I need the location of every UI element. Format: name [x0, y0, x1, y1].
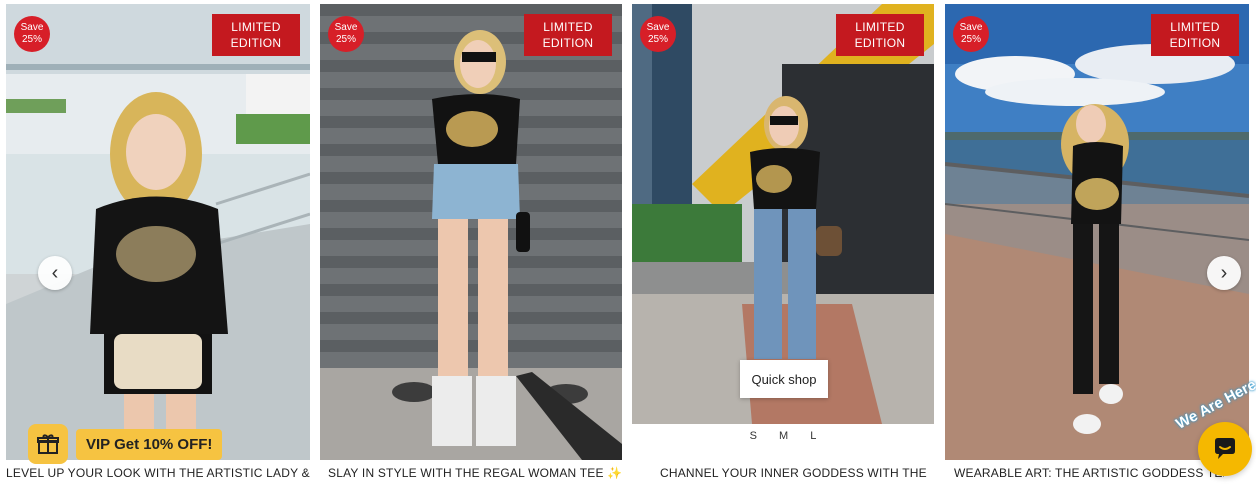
product-title-4[interactable]: WEARABLE ART: THE ARTISTIC GODDESS TEE ✨	[954, 466, 1224, 480]
product-image-2[interactable]	[320, 4, 622, 460]
save-badge-percent: 25%	[960, 34, 981, 45]
save-badge-word: Save	[20, 22, 44, 33]
size-option-l[interactable]: L	[810, 430, 816, 452]
carousel-next-button[interactable]: ›	[1207, 256, 1241, 290]
product-card-2[interactable]: Save 25% LIMITED EDITION	[320, 4, 622, 460]
limited-edition-badge: LIMITED EDITION	[212, 14, 300, 56]
product-title-1[interactable]: LEVEL UP YOUR LOOK WITH THE ARTISTIC LAD…	[6, 466, 310, 480]
product-card-1[interactable]: Save 25% LIMITED EDITION ‹	[6, 4, 310, 460]
save-badge-percent: 25%	[335, 34, 356, 45]
product-image-1[interactable]	[6, 4, 310, 460]
save-badge: Save 25%	[640, 16, 676, 52]
vip-offer-button[interactable]: VIP Get 10% OFF!	[76, 428, 223, 460]
save-badge-percent: 25%	[647, 34, 668, 45]
vip-offer-widget[interactable]: VIP Get 10% OFF!	[28, 424, 223, 464]
save-badge-percent: 25%	[21, 34, 42, 45]
edition-line: EDITION	[1169, 36, 1221, 50]
save-badge-word: Save	[334, 22, 358, 33]
size-option-s[interactable]: S	[750, 430, 757, 452]
save-badge: Save 25%	[14, 16, 50, 52]
product-card-3[interactable]: Save 25% LIMITED EDITION Quick shop	[632, 4, 934, 424]
carousel-prev-button[interactable]: ‹	[38, 256, 72, 290]
limited-line: LIMITED	[1170, 20, 1220, 34]
edition-line: EDITION	[542, 36, 594, 50]
product-title-3[interactable]: CHANNEL YOUR INNER GODDESS WITH THE	[660, 466, 932, 480]
edition-line: EDITION	[230, 36, 282, 50]
save-badge-word: Save	[959, 22, 983, 33]
limited-line: LIMITED	[855, 20, 905, 34]
chevron-left-icon: ‹	[51, 261, 59, 284]
gift-icon[interactable]	[28, 424, 68, 464]
size-options: S M L	[632, 430, 934, 452]
limited-edition-badge: LIMITED EDITION	[1151, 14, 1239, 56]
save-badge: Save 25%	[953, 16, 989, 52]
chat-bubble-icon	[1215, 438, 1235, 459]
chat-button[interactable]	[1198, 422, 1252, 476]
edition-line: EDITION	[854, 36, 906, 50]
save-badge: Save 25%	[328, 16, 364, 52]
quick-shop-button[interactable]: Quick shop	[740, 360, 828, 398]
limited-line: LIMITED	[231, 20, 281, 34]
size-option-m[interactable]: M	[779, 430, 788, 452]
limited-line: LIMITED	[543, 20, 593, 34]
save-badge-word: Save	[646, 22, 670, 33]
limited-edition-badge: LIMITED EDITION	[524, 14, 612, 56]
limited-edition-badge: LIMITED EDITION	[836, 14, 924, 56]
chevron-right-icon: ›	[1220, 261, 1228, 284]
product-title-2[interactable]: SLAY IN STYLE WITH THE REGAL WOMAN TEE ✨	[328, 466, 622, 480]
product-image-4[interactable]	[945, 4, 1249, 460]
product-card-4[interactable]: Save 25% LIMITED EDITION ›	[945, 4, 1249, 460]
